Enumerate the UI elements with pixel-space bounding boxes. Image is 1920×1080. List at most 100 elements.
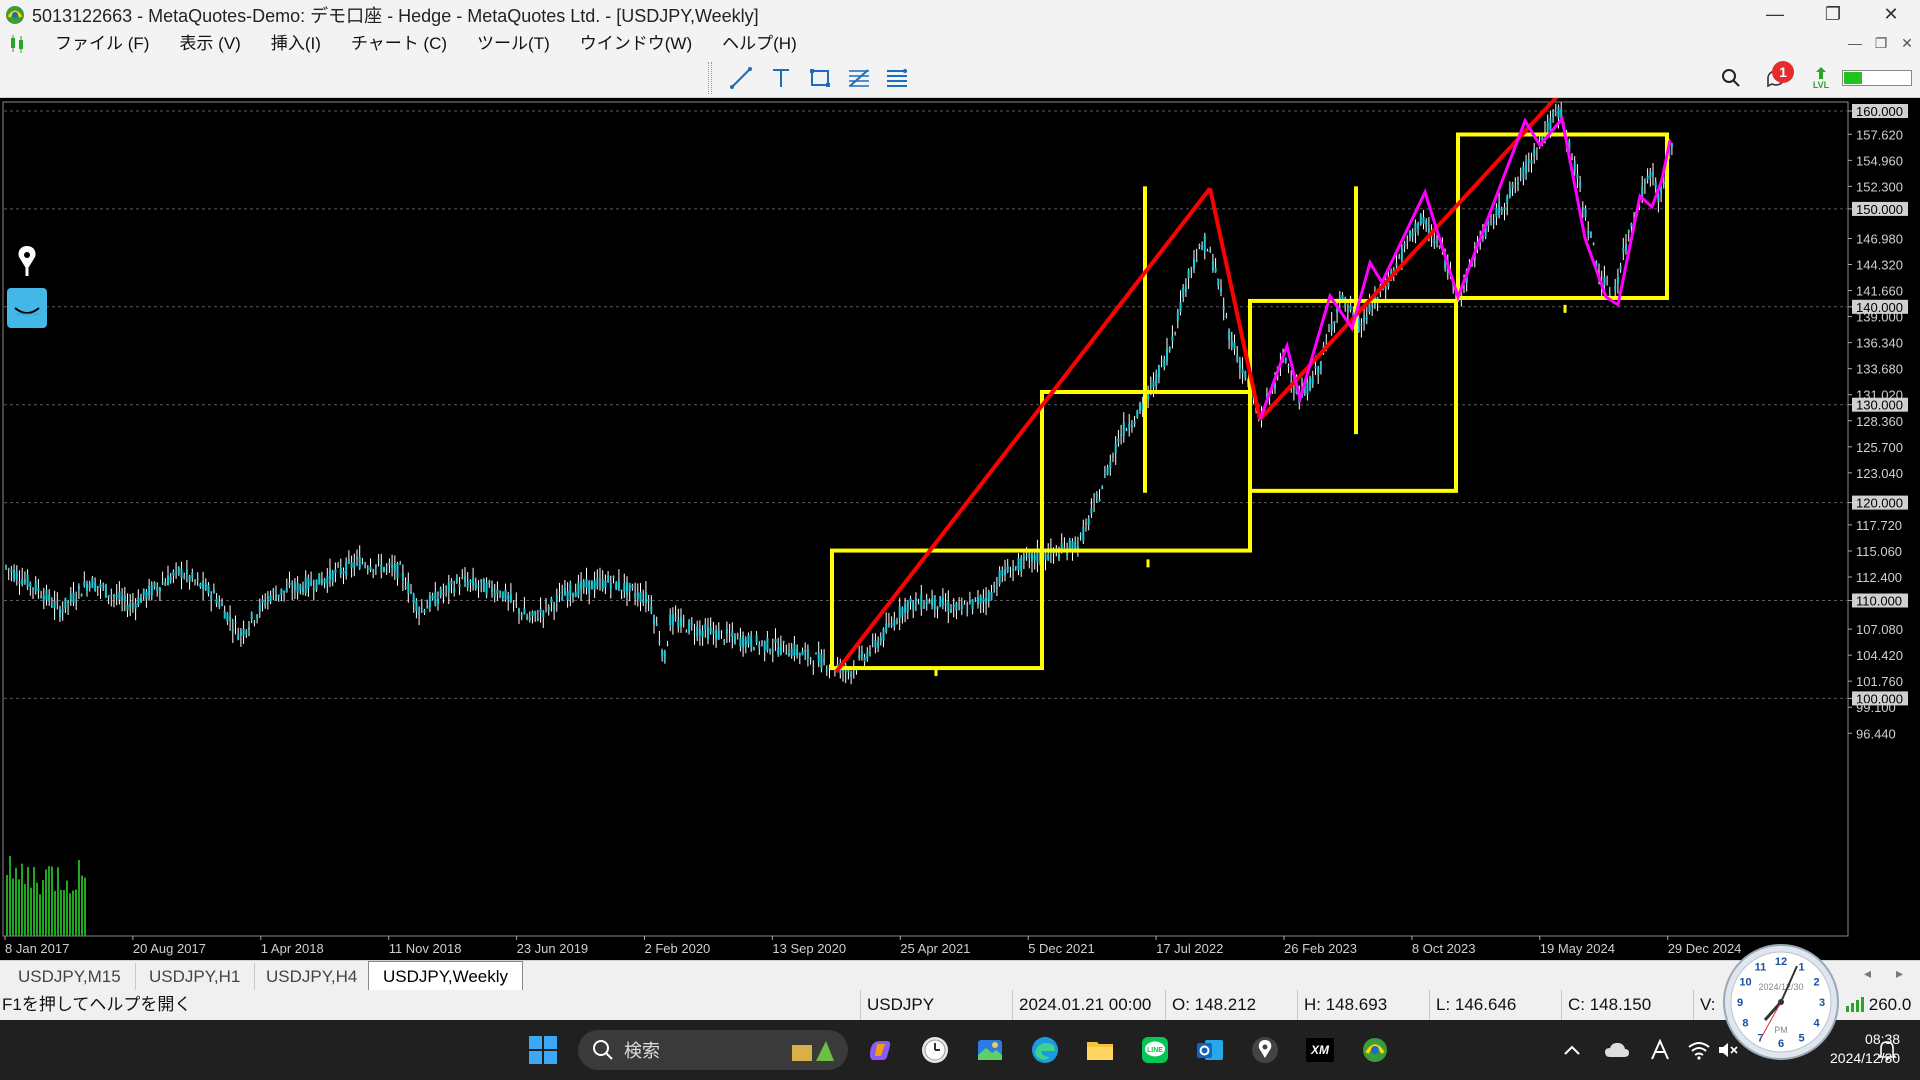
candle-body — [995, 586, 998, 589]
analog-clock-widget[interactable]: 1234567891011 12 2024/12/30 PM — [1722, 943, 1840, 1061]
menu-file[interactable]: ファイル (F) — [40, 29, 164, 58]
line-icon[interactable]: LINE — [1135, 1030, 1175, 1070]
candle-body — [158, 587, 161, 593]
candle-body — [985, 597, 988, 605]
time-label: 23 Jun 2019 — [517, 941, 589, 956]
copilot-icon[interactable] — [860, 1030, 900, 1070]
xm-icon[interactable]: XM — [1300, 1030, 1340, 1070]
close-button[interactable]: ✕ — [1862, 0, 1920, 29]
child-close-button[interactable]: ✕ — [1896, 29, 1918, 58]
trendline-icon[interactable] — [726, 63, 756, 93]
text-icon[interactable] — [766, 63, 796, 93]
fibonacci-icon[interactable] — [844, 63, 874, 93]
tab-scroll-right-icon[interactable]: ▸ — [1896, 965, 1903, 982]
candle-body — [763, 641, 766, 652]
candle-body — [29, 583, 32, 587]
chart-area[interactable]: 160.000 157.620 154.960 152.300 150.000 146.9… — [0, 98, 1920, 960]
wifi-icon[interactable] — [1684, 1030, 1714, 1070]
menu-help[interactable]: ヘルプ(H) — [707, 29, 812, 58]
lvl-icon[interactable]: LVL — [1806, 63, 1836, 93]
candle-body — [64, 597, 67, 609]
candle-body — [1625, 243, 1627, 250]
metatrader-icon[interactable] — [1355, 1030, 1395, 1070]
candle-body — [96, 586, 99, 588]
candle-body — [307, 577, 310, 589]
minimize-button[interactable]: — — [1746, 0, 1804, 29]
menu-chart[interactable]: チャート (C) — [336, 29, 462, 58]
toolbar-grip[interactable] — [708, 62, 712, 94]
candle-body — [380, 564, 383, 573]
tab-usdjpy-h4[interactable]: USDJPY,H4 — [252, 963, 373, 990]
metaeditor-icon[interactable] — [1245, 1030, 1285, 1070]
candle-body — [1198, 245, 1201, 247]
menu-tools[interactable]: ツール(T) — [462, 29, 565, 58]
candle-body — [1546, 121, 1549, 132]
tray-chevron-up-icon[interactable] — [1560, 1030, 1584, 1070]
notifications-icon[interactable]: 1 — [1756, 61, 1796, 93]
candle-body — [1009, 576, 1012, 578]
rectangle-icon[interactable] — [805, 63, 835, 93]
candle-body — [1309, 377, 1312, 391]
tab-usdjpy-weekly[interactable]: USDJPY,Weekly — [368, 961, 524, 991]
ping-value: 260.0 — [1868, 995, 1912, 1014]
volume-bar — [51, 866, 53, 936]
menu-window[interactable]: ウインドウ(W) — [565, 29, 707, 58]
child-minimize-button[interactable]: — — [1844, 29, 1866, 58]
notification-center-icon[interactable] — [1872, 1030, 1902, 1070]
child-restore-button[interactable]: ❐ — [1870, 29, 1892, 58]
search-icon[interactable] — [1716, 63, 1746, 93]
candle-body — [275, 594, 277, 601]
outlook-icon[interactable] — [1190, 1030, 1230, 1070]
menu-view[interactable]: 表示 (V) — [164, 29, 255, 58]
tab-usdjpy-m15[interactable]: USDJPY,M15 — [4, 963, 136, 990]
toolbar: 1 LVL — [0, 58, 1920, 98]
chart-window-icon[interactable] — [8, 34, 28, 54]
explorer-icon[interactable] — [1080, 1030, 1120, 1070]
candle-body — [277, 594, 280, 597]
start-icon[interactable] — [523, 1030, 563, 1070]
candle-body — [617, 580, 620, 590]
clock-app-icon[interactable] — [915, 1030, 955, 1070]
svg-text:XM: XM — [1310, 1043, 1330, 1057]
channel-icon[interactable] — [882, 63, 912, 93]
candle-body — [1017, 557, 1020, 571]
maximize-button[interactable]: ❐ — [1804, 0, 1862, 29]
candle-body — [871, 639, 874, 641]
candle-body — [1233, 342, 1236, 350]
price-label: 128.360 — [1856, 414, 1903, 429]
tab-usdjpy-h1[interactable]: USDJPY,H1 — [135, 963, 256, 990]
candle-body — [1360, 324, 1363, 326]
notification-badge: 1 — [1772, 61, 1794, 83]
candle-body — [407, 581, 410, 594]
ime-mode-icon[interactable] — [1645, 1030, 1675, 1070]
candle-body — [704, 623, 707, 630]
taskbar-search[interactable]: 検索 — [578, 1030, 848, 1070]
candle-body — [291, 590, 294, 593]
onedrive-icon[interactable] — [1602, 1030, 1632, 1070]
status-open: O: 148.212 — [1165, 990, 1297, 1020]
candle-body — [944, 604, 947, 606]
candle-body — [809, 658, 812, 660]
candle-body — [250, 612, 253, 620]
usdjpy-weekly-chart[interactable]: 160.000 157.620 154.960 152.300 150.000 146.9… — [0, 98, 1920, 960]
candle-body — [504, 588, 507, 600]
volume-bar — [42, 880, 44, 936]
one-click-trading-icon[interactable] — [7, 288, 47, 328]
edge-icon[interactable] — [1025, 1030, 1065, 1070]
candle-body — [1649, 171, 1652, 179]
photos-icon[interactable] — [970, 1030, 1010, 1070]
candle-body — [1195, 260, 1198, 262]
candle-body — [707, 627, 709, 640]
candle-body — [34, 581, 37, 592]
menu-bar: ファイル (F) 表示 (V) 挿入(I) チャート (C) ツール(T) ウイ… — [0, 29, 1920, 58]
candle-body — [194, 580, 196, 582]
candle-body — [75, 599, 78, 602]
price-label: 120.000 — [1856, 496, 1903, 511]
chart-tab-bar: USDJPY,M15 USDJPY,H1 USDJPY,H4 USDJPY,We… — [0, 960, 1920, 991]
candle-body — [928, 601, 931, 604]
pen-tool-icon[interactable] — [7, 240, 47, 280]
tab-scroll-left-icon[interactable]: ◂ — [1864, 965, 1871, 982]
candle-body — [669, 614, 672, 626]
menu-insert[interactable]: 挿入(I) — [256, 29, 336, 58]
candle-body — [1168, 347, 1171, 351]
